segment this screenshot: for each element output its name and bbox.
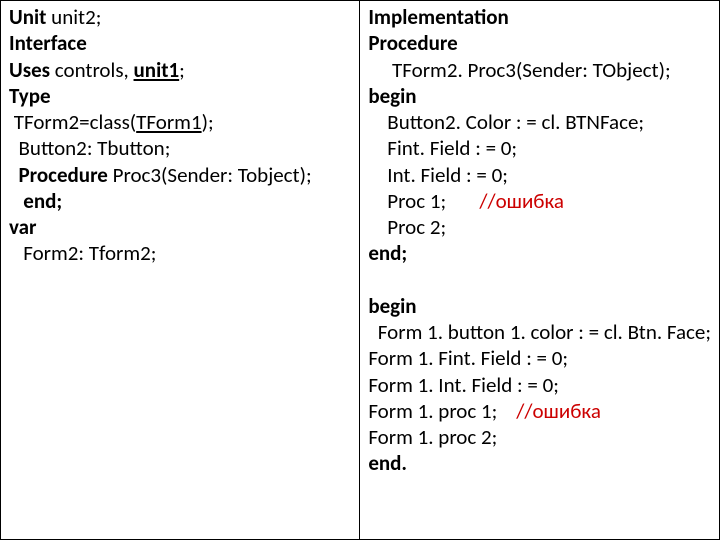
kw-uses: Uses bbox=[9, 57, 50, 83]
code-slide: Unit unit2; Interface Uses controls, uni… bbox=[0, 0, 720, 540]
right-column: Implementation Procedure TForm2. Proc3(S… bbox=[360, 1, 719, 539]
kw-implementation: Implementation bbox=[368, 4, 509, 30]
txt-f1int: Form 1. Int. Field : = 0; bbox=[368, 372, 559, 398]
txt-proc3sig: TForm2. Proc3(Sender: TObject); bbox=[368, 57, 670, 83]
txt-proc1: Proc 1; bbox=[368, 188, 479, 214]
txt-f1btn1: Form 1. button 1. color : = cl. Btn. Fac… bbox=[368, 319, 711, 345]
kw-endfinal: end. bbox=[368, 450, 407, 476]
kw-end: end; bbox=[9, 188, 62, 214]
kw-begin: begin bbox=[368, 83, 416, 109]
unit1-ref: unit1 bbox=[134, 57, 180, 83]
comment-error1: //ошибка bbox=[479, 188, 564, 214]
kw-procedure2: Procedure bbox=[368, 30, 457, 56]
kw-unit: Unit bbox=[9, 4, 46, 30]
kw-end2: end; bbox=[368, 240, 407, 266]
kw-procedure: Procedure bbox=[9, 162, 108, 188]
tform1-ref: TForm1 bbox=[136, 109, 201, 135]
txt-fintfield: Fint. Field : = 0; bbox=[368, 135, 517, 161]
txt-semi: ; bbox=[179, 57, 185, 83]
left-column: Unit unit2; Interface Uses controls, uni… bbox=[1, 1, 360, 539]
kw-interface: Interface bbox=[9, 30, 87, 56]
txt-proc3: Proc3(Sender: Tobject); bbox=[108, 162, 312, 188]
txt-btn2color: Button2. Color : = cl. BTNFace; bbox=[368, 109, 644, 135]
kw-begin2: begin bbox=[368, 293, 416, 319]
txt-button2: Button2: Tbutton; bbox=[9, 135, 170, 161]
txt-classdecl1: TForm2=class( bbox=[9, 109, 136, 135]
kw-type: Type bbox=[9, 83, 51, 109]
txt-proc2: Proc 2; bbox=[368, 214, 446, 240]
txt-f1proc1: Form 1. proc 1; bbox=[368, 398, 516, 424]
comment-error2: //ошибка bbox=[516, 398, 601, 424]
txt-intfield: Int. Field : = 0; bbox=[368, 162, 508, 188]
txt-form2: Form2: Tform2; bbox=[9, 240, 156, 266]
kw-var: var bbox=[9, 214, 36, 240]
txt-classdecl2: ); bbox=[202, 109, 214, 135]
txt-f1proc2: Form 1. proc 2; bbox=[368, 424, 497, 450]
txt-f1fint: Form 1. Fint. Field : = 0; bbox=[368, 345, 568, 371]
txt-unit2: unit2; bbox=[46, 4, 101, 30]
txt-uses1: controls, bbox=[50, 57, 133, 83]
